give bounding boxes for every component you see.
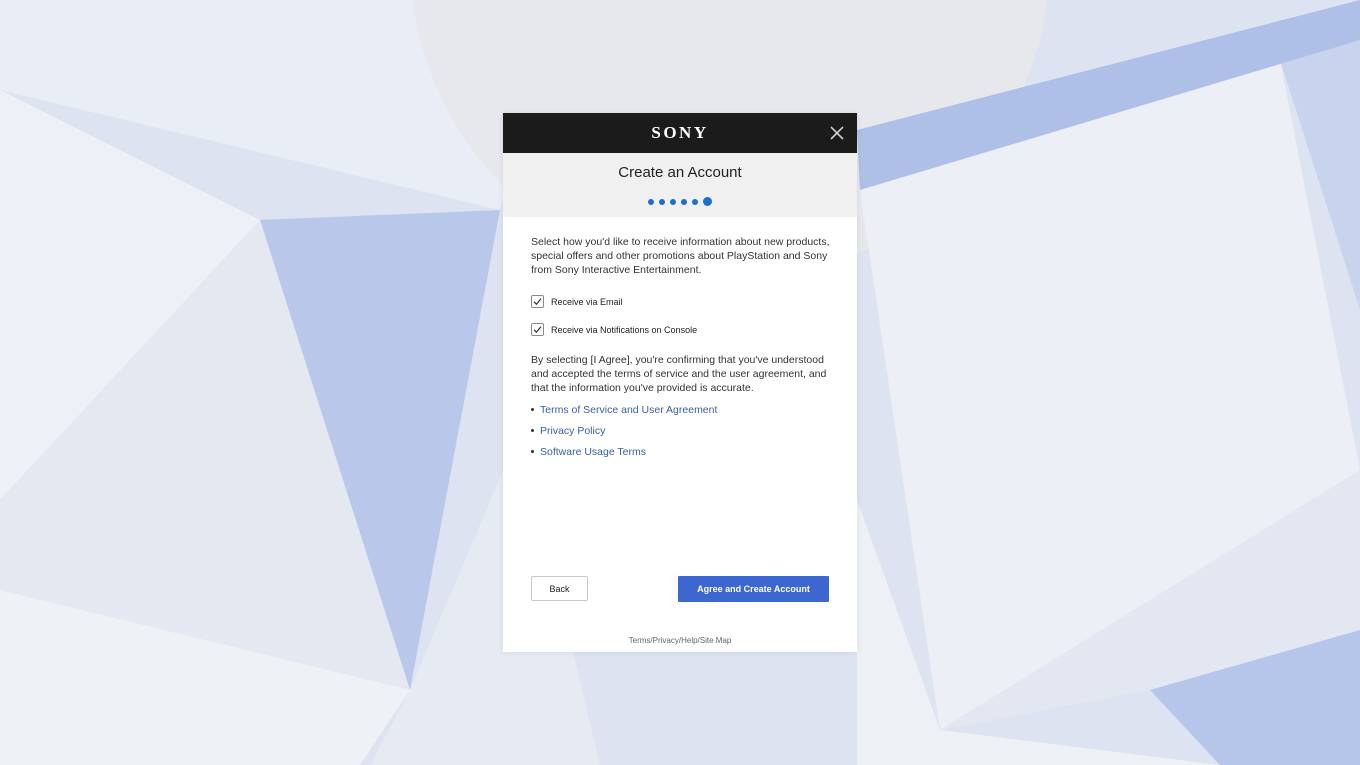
agreement-text: By selecting [I Agree], you're confirmin… bbox=[531, 354, 827, 394]
list-item: Privacy Policy bbox=[531, 420, 831, 441]
console-notifications-option[interactable]: Receive via Notifications on Console bbox=[531, 323, 831, 336]
terms-of-service-link[interactable]: Terms of Service and User Agreement bbox=[540, 404, 717, 416]
step-dot bbox=[659, 198, 665, 205]
bullet bbox=[531, 429, 534, 432]
list-item: Terms of Service and User Agreement bbox=[531, 399, 831, 420]
step-dot bbox=[648, 198, 654, 205]
step-dot bbox=[681, 198, 687, 205]
bullet bbox=[531, 450, 534, 453]
checkmark-icon bbox=[533, 326, 542, 334]
step-dot-current bbox=[703, 197, 712, 206]
dialog-header-bar: SONY bbox=[503, 113, 857, 153]
screen: SONY Create an Account Select how you'd … bbox=[0, 0, 1360, 765]
email-option-label: Receive via Email bbox=[551, 296, 623, 307]
dialog-body: Select how you'd like to receive informa… bbox=[531, 235, 831, 462]
marketing-intro-text: Select how you'd like to receive informa… bbox=[531, 236, 830, 276]
privacy-policy-link[interactable]: Privacy Policy bbox=[540, 425, 605, 437]
step-dot bbox=[692, 198, 698, 205]
list-item: Software Usage Terms bbox=[531, 441, 831, 462]
create-account-dialog: SONY Create an Account Select how you'd … bbox=[503, 113, 857, 652]
dialog-title-area: Create an Account bbox=[503, 153, 857, 217]
checkmark-icon bbox=[533, 298, 542, 306]
step-dot bbox=[670, 198, 676, 205]
close-button[interactable] bbox=[827, 123, 847, 143]
back-button[interactable]: Back bbox=[531, 576, 588, 601]
page-title: Create an Account bbox=[618, 164, 742, 181]
bullet bbox=[531, 408, 534, 411]
close-icon bbox=[830, 126, 844, 140]
agree-and-create-account-button[interactable]: Agree and Create Account bbox=[678, 576, 829, 602]
sony-logo: SONY bbox=[651, 123, 709, 142]
console-notifications-checkbox[interactable] bbox=[531, 323, 544, 336]
email-checkbox[interactable] bbox=[531, 295, 544, 308]
software-usage-terms-link[interactable]: Software Usage Terms bbox=[540, 446, 646, 458]
console-notifications-label: Receive via Notifications on Console bbox=[551, 324, 698, 335]
legal-links-list: Terms of Service and User Agreement Priv… bbox=[531, 399, 831, 462]
footer-links[interactable]: Terms/Privacy/Help/Site Map bbox=[503, 636, 857, 645]
step-indicator bbox=[503, 197, 857, 206]
email-option[interactable]: Receive via Email bbox=[531, 295, 831, 308]
